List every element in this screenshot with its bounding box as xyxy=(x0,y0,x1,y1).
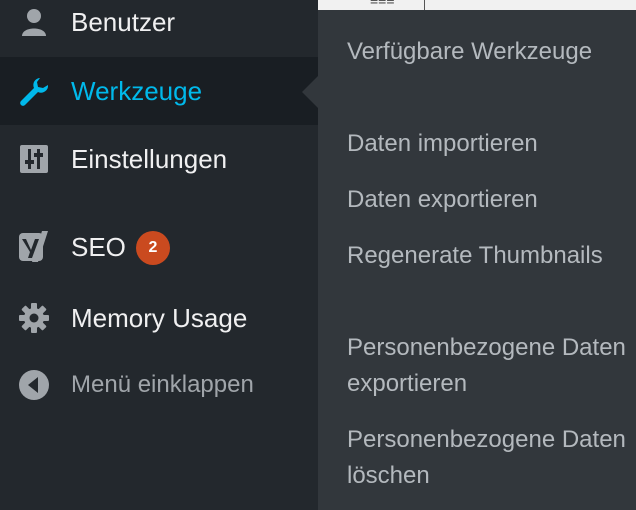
wrench-icon xyxy=(17,74,51,108)
sidebar-item-memory-usage[interactable]: Memory Usage xyxy=(0,284,318,352)
submenu-item-daten-importieren[interactable]: Daten importieren xyxy=(347,126,627,162)
settings-sliders-icon xyxy=(17,142,51,176)
collapse-menu-button[interactable]: Menü einklappen xyxy=(0,351,318,419)
sidebar-item-label: Einstellungen xyxy=(71,143,228,174)
gear-icon xyxy=(17,301,51,335)
sidebar-item-label: SEO xyxy=(71,231,126,262)
sidebar-item-label: Memory Usage xyxy=(71,302,248,333)
sidebar-item-label: Benutzer xyxy=(71,6,176,37)
sidebar-item-label: Werkzeuge xyxy=(71,75,203,106)
text-caret xyxy=(424,0,425,10)
submenu-item-verfuegbare-werkzeuge[interactable]: Verfügbare Werkzeuge xyxy=(347,34,627,70)
sidebar-item-benutzer[interactable]: Benutzer xyxy=(0,0,318,56)
collapse-arrow-icon xyxy=(17,368,51,402)
submenu-item-personenbezogene-daten-exportieren[interactable]: Personenbezogene Daten exportieren xyxy=(347,330,627,402)
yoast-icon xyxy=(17,230,51,264)
top-content-strip: ≡≡≡ xyxy=(318,0,636,10)
sidebar-item-werkzeuge[interactable]: Werkzeuge xyxy=(0,57,318,125)
notification-badge: 2 xyxy=(136,231,170,265)
content-fragment: ≡≡≡ xyxy=(370,0,395,8)
admin-sidebar: Benutzer Werkzeuge Einstellungen SEO 2 M… xyxy=(0,0,318,510)
submenu-item-personenbezogene-daten-loeschen[interactable]: Personenbezogene Daten löschen xyxy=(347,422,627,494)
sidebar-item-seo[interactable]: SEO 2 xyxy=(0,213,318,281)
user-icon xyxy=(17,5,51,39)
submenu-item-regenerate-thumbnails[interactable]: Regenerate Thumbnails xyxy=(347,238,627,274)
sidebar-item-label: Menü einklappen xyxy=(71,371,254,398)
submenu-item-daten-exportieren[interactable]: Daten exportieren xyxy=(347,182,627,218)
tools-submenu: Verfügbare Werkzeuge Daten importieren D… xyxy=(318,10,636,510)
sidebar-item-einstellungen[interactable]: Einstellungen xyxy=(0,125,318,193)
submenu-pointer xyxy=(302,76,318,108)
